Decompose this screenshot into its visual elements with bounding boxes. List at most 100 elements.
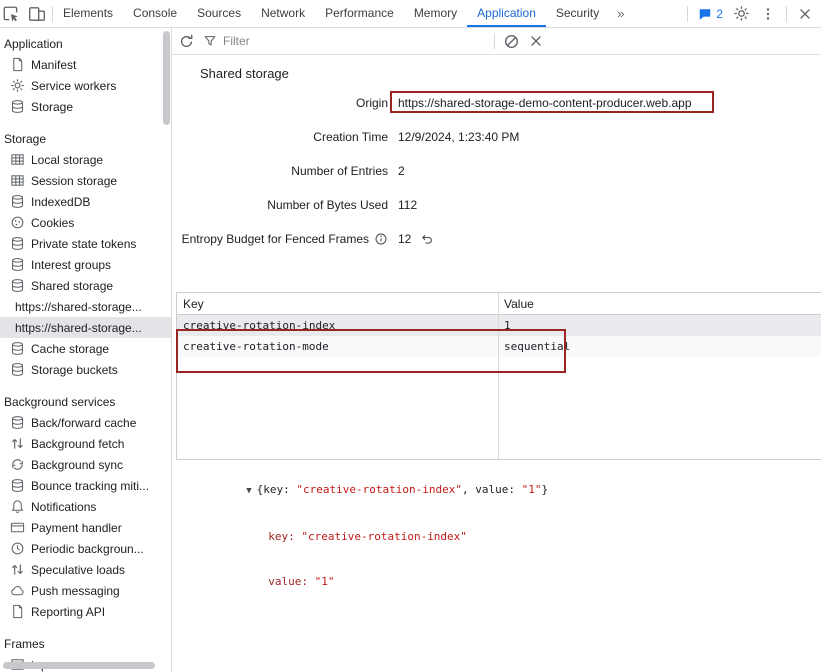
tab-console[interactable]: Console	[123, 0, 187, 27]
database-icon	[10, 478, 25, 493]
tab-network[interactable]: Network	[251, 0, 315, 27]
sidebar-item-bounce-tracking-mitigations[interactable]: Bounce tracking miti...	[0, 475, 171, 496]
devtools-tabbar: Elements Console Sources Network Perform…	[0, 0, 821, 28]
sidebar-item-shared-storage-origin-1[interactable]: https://shared-storage...	[0, 296, 171, 317]
gear-icon	[10, 78, 25, 93]
settings-gear-icon[interactable]	[733, 5, 750, 22]
sidebar-item-background-sync[interactable]: Background sync	[0, 454, 171, 475]
tab-sources[interactable]: Sources	[187, 0, 251, 27]
filter-input[interactable]	[223, 34, 486, 48]
item-label: Reporting API	[31, 605, 105, 619]
field-value-bytes: 112	[398, 198, 417, 212]
item-label: Periodic backgroun...	[31, 542, 144, 556]
issues-counter[interactable]: 2	[698, 7, 723, 21]
sidebar-vertical-scrollbar[interactable]	[163, 31, 170, 125]
sidebar-item-shared-storage[interactable]: Shared storage	[0, 275, 171, 296]
database-icon	[10, 99, 25, 114]
sidebar-item-periodic-background-sync[interactable]: Periodic backgroun...	[0, 538, 171, 559]
field-row-entropy-budget: Entropy Budget for Fenced Frames 12	[172, 230, 821, 248]
column-header-value[interactable]: Value	[498, 297, 821, 311]
item-label: Bounce tracking miti...	[31, 479, 149, 493]
preview-token: }	[541, 483, 548, 496]
info-icon[interactable]	[374, 232, 388, 246]
sidebar-item-shared-storage-origin-2[interactable]: https://shared-storage...	[0, 317, 171, 338]
sidebar-item-notifications[interactable]: Notifications	[0, 496, 171, 517]
clear-all-block-icon[interactable]	[503, 33, 520, 50]
section-header-application: Application	[0, 33, 171, 54]
sidebar-item-speculative-loads[interactable]: Speculative loads	[0, 559, 171, 580]
item-label: Service workers	[31, 79, 116, 93]
sidebar-item-private-state-tokens[interactable]: Private state tokens	[0, 233, 171, 254]
preview-token: "creative-rotation-index"	[296, 483, 462, 496]
column-header-key[interactable]: Key	[177, 297, 498, 311]
preview-token: {key:	[257, 483, 297, 496]
tab-security[interactable]: Security	[546, 0, 609, 27]
tab-performance[interactable]: Performance	[315, 0, 404, 27]
sidebar-item-session-storage[interactable]: Session storage	[0, 170, 171, 191]
sidebar-item-interest-groups[interactable]: Interest groups	[0, 254, 171, 275]
filter-field[interactable]	[203, 34, 486, 48]
item-label: Background fetch	[31, 437, 124, 451]
sidebar-item-cache-storage[interactable]: Cache storage	[0, 338, 171, 359]
property-value: "creative-rotation-index"	[301, 530, 467, 543]
sidebar-horizontal-scrollbar[interactable]	[3, 662, 155, 669]
field-row-bytes-used: Number of Bytes Used 112	[172, 196, 821, 214]
sidebar-item-payment-handler[interactable]: Payment handler	[0, 517, 171, 538]
more-options-kebab-icon[interactable]	[760, 6, 776, 22]
field-row-creation-time: Creation Time 12/9/2024, 1:23:40 PM	[172, 128, 821, 146]
more-tabs-chevron[interactable]: »	[609, 0, 632, 27]
tab-application[interactable]: Application	[467, 0, 546, 27]
tab-memory[interactable]: Memory	[404, 0, 467, 27]
separator	[494, 33, 495, 49]
field-value-origin: https://shared-storage-demo-content-prod…	[398, 96, 692, 110]
item-label: IndexedDB	[31, 195, 90, 209]
separator	[786, 6, 787, 22]
tab-elements[interactable]: Elements	[53, 0, 123, 27]
field-value-entropy: 12	[398, 232, 411, 246]
reset-budget-undo-icon[interactable]	[420, 232, 434, 246]
section-header-background-services: Background services	[0, 391, 171, 412]
field-value-entries: 2	[398, 164, 405, 178]
sidebar-item-manifest[interactable]: Manifest	[0, 54, 171, 75]
expand-arrow-icon[interactable]: ▼	[246, 486, 251, 496]
table-row[interactable]: creative-rotation-index 1	[177, 315, 821, 336]
sidebar-item-background-fetch[interactable]: Background fetch	[0, 433, 171, 454]
panel-title: Shared storage	[200, 65, 821, 82]
sidebar-item-storage-buckets[interactable]: Storage buckets	[0, 359, 171, 380]
preview-property-key: key: "creative-rotation-index"	[180, 514, 821, 559]
item-label: Session storage	[31, 174, 117, 188]
database-icon	[10, 194, 25, 209]
section-header-frames: Frames	[0, 633, 171, 654]
refresh-icon[interactable]	[178, 33, 195, 50]
preview-property-value: value: "1"	[180, 559, 821, 604]
item-label: Manifest	[31, 58, 76, 72]
sidebar-item-cookies[interactable]: Cookies	[0, 212, 171, 233]
sidebar-item-local-storage[interactable]: Local storage	[0, 149, 171, 170]
delete-selected-icon[interactable]	[528, 33, 544, 49]
database-icon	[10, 257, 25, 272]
metadata-fields: Origin https://shared-storage-demo-conte…	[172, 94, 821, 248]
sidebar-item-back-forward-cache[interactable]: Back/forward cache	[0, 412, 171, 433]
shared-storage-data-grid: Key Value creative-rotation-index 1 crea…	[176, 292, 821, 460]
up-down-arrows-icon	[10, 562, 25, 577]
item-label: Cache storage	[31, 342, 109, 356]
sidebar-item-service-workers[interactable]: Service workers	[0, 75, 171, 96]
sidebar-item-indexeddb[interactable]: IndexedDB	[0, 191, 171, 212]
field-value-creation-time: 12/9/2024, 1:23:40 PM	[398, 130, 519, 144]
sidebar-item-storage[interactable]: Storage	[0, 96, 171, 117]
sidebar-item-reporting-api[interactable]: Reporting API	[0, 601, 171, 622]
field-label: Creation Time	[313, 130, 388, 144]
sidebar-item-push-messaging[interactable]: Push messaging	[0, 580, 171, 601]
table-row[interactable]: creative-rotation-mode sequential	[177, 336, 821, 357]
device-toolbar-icon[interactable]	[28, 5, 46, 23]
item-label: https://shared-storage...	[15, 321, 142, 335]
property-value: "1"	[315, 575, 335, 588]
database-icon	[10, 362, 25, 377]
column-resizer[interactable]	[498, 293, 499, 459]
shared-storage-panel: Shared storage Origin https://shared-sto…	[172, 55, 821, 672]
property-name: key:	[268, 530, 295, 543]
item-label: Interest groups	[31, 258, 111, 272]
item-label: Local storage	[31, 153, 103, 167]
close-devtools-icon[interactable]	[797, 6, 813, 22]
inspect-element-icon[interactable]	[2, 5, 20, 23]
